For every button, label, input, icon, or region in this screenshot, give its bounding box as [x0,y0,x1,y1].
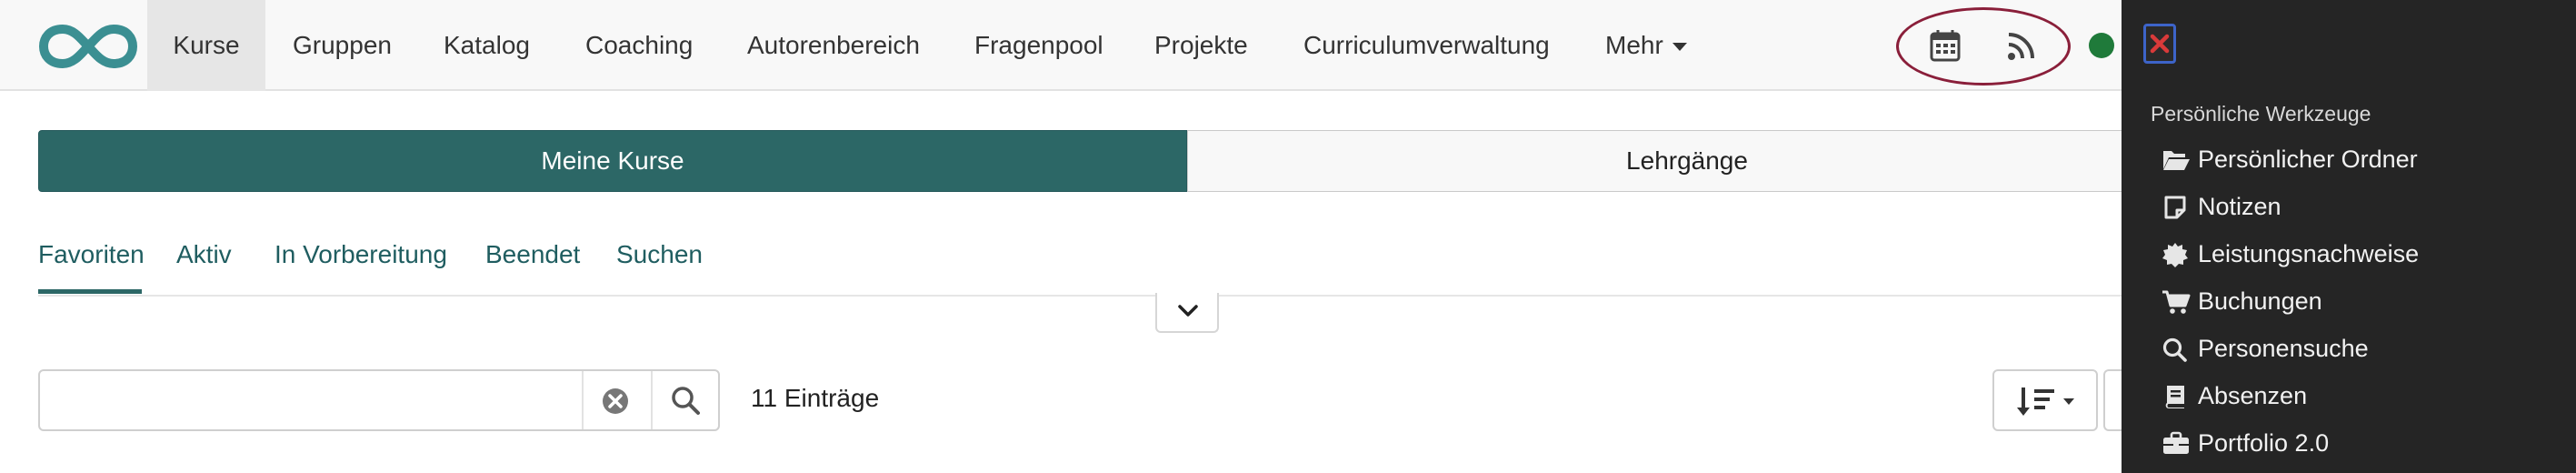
nav-item-coaching[interactable]: Coaching [585,0,693,91]
folder-open-icon [2163,151,2190,170]
nav-item-mehr-label: Mehr [1605,31,1663,59]
tool-buchungen[interactable]: Buchungen [2162,286,2561,322]
tool-notizen[interactable]: Notizen [2162,191,2561,227]
nav-item-mehr[interactable]: Mehr [1605,0,1687,91]
calendar-icon[interactable] [1927,27,1963,64]
personal-tools-panel: Persönliche Werkzeuge Persönlicher Ordne… [2122,0,2576,473]
switch-lehrgaenge[interactable]: Lehrgänge [1187,130,2187,192]
close-icon [2150,34,2170,54]
tool-persoenlicher-ordner[interactable]: Persönlicher Ordner [2162,144,2561,180]
search-divider [582,371,584,429]
tab-in-vorbereitung[interactable]: In Vorbereitung [275,240,447,269]
active-tab-indicator [38,289,142,294]
tool-label: Notizen [2198,193,2281,220]
tool-leistungsnachweise[interactable]: Leistungsnachweise [2162,238,2561,275]
tool-label: Portfolio 2.0 [2198,429,2330,457]
tool-label: Personensuche [2198,335,2369,362]
certificate-icon [2162,243,2188,267]
search-icon[interactable] [669,384,704,418]
expand-filters-button[interactable] [1155,293,1219,333]
tab-suchen[interactable]: Suchen [616,240,703,269]
caret-down-icon [1672,43,1687,52]
search-icon [2162,337,2187,362]
tabs-divider [38,295,2129,297]
search-divider [651,371,653,429]
highlight-ring [1896,7,2071,86]
nav-item-katalog[interactable]: Katalog [444,0,530,91]
sort-amount-down-icon [2017,387,2074,416]
nav-item-autorenbereich[interactable]: Autorenbereich [747,0,920,91]
tool-absenzen[interactable]: Absenzen [2162,380,2561,417]
search-input[interactable] [40,371,582,429]
note-icon [2164,196,2186,219]
close-panel-button[interactable] [2143,24,2176,64]
online-status-indicator[interactable] [2089,33,2114,58]
tab-beendet[interactable]: Beendet [485,240,580,269]
nav-item-gruppen[interactable]: Gruppen [293,0,392,91]
cart-icon [2162,290,2191,314]
infinity-logo-icon[interactable] [38,22,138,71]
tool-label: Persönlicher Ordner [2198,146,2418,173]
nav-item-fragenpool[interactable]: Fragenpool [974,0,1103,91]
tool-label: Leistungsnachweise [2198,240,2420,267]
result-count: 11 Einträge [751,384,880,412]
nav-item-projekte[interactable]: Projekte [1154,0,1248,91]
tool-label: Absenzen [2198,382,2308,409]
search-box [38,369,720,431]
clear-search-icon[interactable] [600,386,631,417]
app-window: Kurse Gruppen Katalog Coaching Autorenbe… [0,0,2576,473]
tool-label: Buchungen [2198,287,2322,315]
tab-favoriten[interactable]: Favoriten [38,240,145,269]
nav-item-kurse[interactable]: Kurse [147,0,265,91]
chevron-down-icon [1178,305,1198,317]
nav-item-curriculumverwaltung[interactable]: Curriculumverwaltung [1303,0,1550,91]
tool-portfolio[interactable]: Portfolio 2.0 [2162,428,2561,464]
briefcase-icon [2163,431,2189,454]
switch-meine-kurse[interactable]: Meine Kurse [38,130,1187,192]
tab-aktiv[interactable]: Aktiv [176,240,232,269]
book-icon [2165,386,2184,408]
panel-heading: Persönliche Werkzeuge [2151,102,2371,126]
sort-button[interactable] [1992,369,2098,431]
tool-personensuche[interactable]: Personensuche [2162,333,2561,369]
rss-icon[interactable] [2003,27,2040,64]
